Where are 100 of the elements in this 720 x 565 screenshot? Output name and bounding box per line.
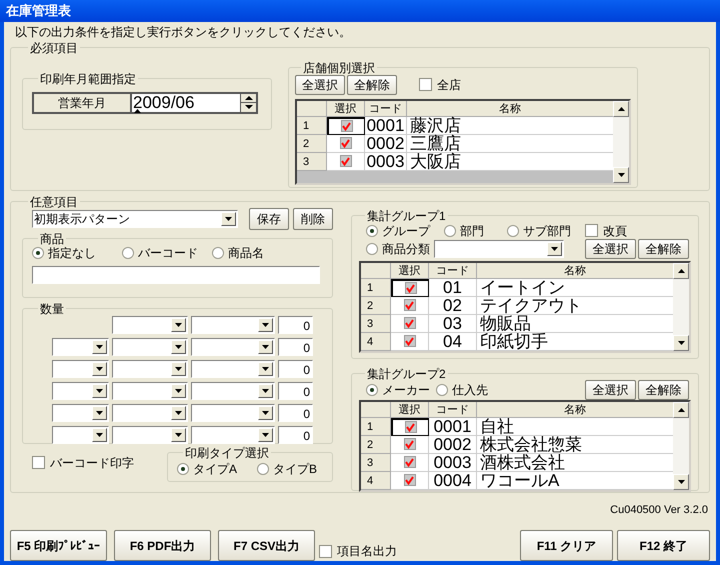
button[interactable]: 全選択 xyxy=(585,380,636,400)
scroll-down-icon[interactable] xyxy=(673,474,689,490)
scrollbar[interactable] xyxy=(613,100,629,182)
radio-option[interactable]: バーコード xyxy=(122,244,212,262)
radio-option[interactable]: 商品名 xyxy=(212,244,302,262)
checkbox-option[interactable]: 全店 xyxy=(419,76,461,94)
dropdown[interactable] xyxy=(191,426,275,444)
button[interactable]: 保存 xyxy=(249,208,289,230)
caret-icon[interactable] xyxy=(258,362,273,376)
date-spin-field[interactable]: 2009/06 xyxy=(130,92,258,114)
dropdown[interactable] xyxy=(112,426,188,444)
caret-icon[interactable] xyxy=(171,406,186,420)
scroll-up-icon[interactable] xyxy=(673,402,689,418)
radio-icon[interactable] xyxy=(257,462,269,474)
button[interactable]: 全解除 xyxy=(638,380,689,400)
checkbox[interactable] xyxy=(404,335,416,347)
radio-icon[interactable] xyxy=(444,224,456,236)
radio-option[interactable]: サブ部門 xyxy=(507,222,585,240)
scroll-down-icon[interactable] xyxy=(673,334,689,350)
checkbox-option[interactable]: 改頁 xyxy=(585,222,627,240)
checkbox-option[interactable]: 項目名出力 xyxy=(319,542,397,560)
radio-icon[interactable] xyxy=(32,246,44,258)
button[interactable]: F11 クリア xyxy=(520,530,613,561)
dropdown[interactable] xyxy=(191,360,275,378)
checkbox[interactable] xyxy=(404,421,416,433)
number-field[interactable]: 0 xyxy=(278,338,313,356)
scrollbar[interactable] xyxy=(673,262,689,350)
radio-option[interactable]: 仕入先 xyxy=(436,380,496,398)
checkbox[interactable] xyxy=(404,317,416,329)
number-field[interactable]: 0 xyxy=(278,316,313,334)
radio-option[interactable]: タイプB xyxy=(257,460,337,478)
radio-icon[interactable] xyxy=(366,224,378,236)
caret-icon[interactable] xyxy=(258,318,273,332)
checkbox[interactable] xyxy=(404,282,416,294)
spin-down-icon[interactable] xyxy=(241,103,256,112)
dropdown[interactable] xyxy=(191,316,275,334)
radio-option[interactable]: メーカー xyxy=(366,380,436,398)
scroll-up-icon[interactable] xyxy=(613,100,629,116)
button[interactable]: 削除 xyxy=(293,208,333,230)
caret-icon[interactable] xyxy=(171,362,186,376)
checkbox[interactable] xyxy=(340,155,352,167)
caret-icon[interactable] xyxy=(171,428,186,442)
radio-option[interactable]: 指定なし xyxy=(32,244,122,262)
column-header[interactable]: 選択 xyxy=(391,402,429,418)
dropdown[interactable] xyxy=(112,360,188,378)
number-field[interactable]: 0 xyxy=(278,382,313,400)
checkbox[interactable] xyxy=(340,137,352,149)
button[interactable]: 全選択 xyxy=(295,74,345,94)
caret-icon[interactable] xyxy=(258,384,273,398)
dropdown[interactable]: 初期表示パターン xyxy=(32,210,238,228)
caret-icon[interactable] xyxy=(92,406,107,420)
dropdown[interactable] xyxy=(112,338,188,356)
scroll-up-icon[interactable] xyxy=(673,262,689,278)
checkbox[interactable] xyxy=(585,224,598,237)
checkbox[interactable] xyxy=(404,299,416,311)
checkbox[interactable] xyxy=(404,456,416,468)
radio-icon[interactable] xyxy=(507,224,519,236)
column-header[interactable]: 選択 xyxy=(327,100,365,116)
column-header[interactable]: 選択 xyxy=(391,262,429,278)
number-field[interactable]: 0 xyxy=(278,360,313,378)
caret-icon[interactable] xyxy=(92,340,107,354)
checkbox[interactable] xyxy=(32,456,45,469)
text-field[interactable] xyxy=(32,266,320,284)
checkbox[interactable] xyxy=(419,78,432,91)
caret-icon[interactable] xyxy=(92,384,107,398)
dropdown[interactable] xyxy=(52,382,109,400)
radio-option[interactable]: 部門 xyxy=(444,222,507,240)
caret-icon[interactable] xyxy=(221,212,236,226)
checkbox[interactable] xyxy=(319,544,332,558)
caret-icon[interactable] xyxy=(92,428,107,442)
caret-icon[interactable] xyxy=(258,340,273,354)
caret-icon[interactable] xyxy=(171,384,186,398)
button[interactable]: 全解除 xyxy=(638,238,689,258)
radio-option[interactable]: 商品分類 xyxy=(366,240,434,258)
checkbox[interactable] xyxy=(340,120,352,132)
button[interactable]: 全選択 xyxy=(585,238,636,258)
caret-icon[interactable] xyxy=(258,428,273,442)
radio-icon[interactable] xyxy=(177,462,189,474)
radio-icon[interactable] xyxy=(366,384,378,396)
button[interactable]: 全解除 xyxy=(347,74,397,94)
caret-icon[interactable] xyxy=(171,318,186,332)
radio-option[interactable]: タイプA xyxy=(177,460,257,478)
checkbox[interactable] xyxy=(404,438,416,450)
number-field[interactable]: 0 xyxy=(278,426,313,444)
radio-icon[interactable] xyxy=(366,242,378,254)
radio-icon[interactable] xyxy=(212,246,224,258)
dropdown[interactable] xyxy=(434,240,564,258)
checkbox[interactable] xyxy=(404,474,416,486)
scrollbar[interactable] xyxy=(673,402,689,490)
caret-icon[interactable] xyxy=(171,340,186,354)
button[interactable]: F6 PDF出力 xyxy=(114,530,211,561)
dropdown[interactable] xyxy=(52,404,109,422)
dropdown[interactable] xyxy=(112,382,188,400)
scroll-down-icon[interactable] xyxy=(613,166,629,182)
dropdown[interactable] xyxy=(191,382,275,400)
button[interactable]: F7 CSV出力 xyxy=(218,530,315,561)
caret-icon[interactable] xyxy=(258,406,273,420)
spin-up-icon[interactable] xyxy=(241,94,256,103)
caret-icon[interactable] xyxy=(92,362,107,376)
dropdown[interactable] xyxy=(112,404,188,422)
